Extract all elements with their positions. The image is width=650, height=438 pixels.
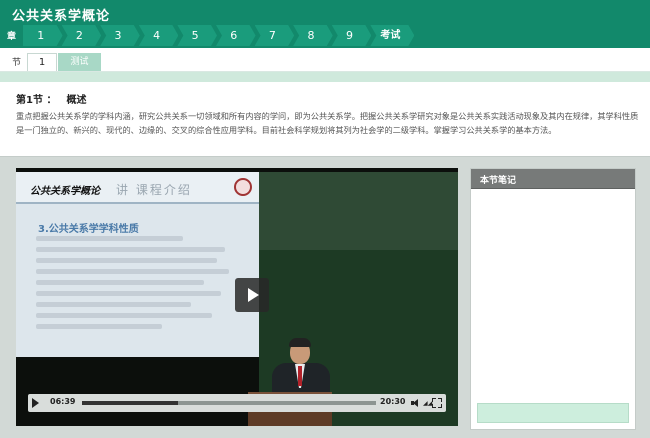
exam-tab[interactable]: 考试 [370,25,414,46]
chapter-tab-5[interactable]: 5 [177,25,217,46]
course-title: 公共关系学概论 [12,9,111,24]
chapter-tab-label: 9 [346,29,354,42]
divider-band [0,72,650,82]
section-label: 节 [12,58,22,68]
video-controls: 06:39 20:30 ◢◢ [28,394,446,412]
chapter-tab-label: 5 [191,29,199,42]
notes-panel: 本节笔记 [470,168,636,430]
chapter-tab-label: 4 [153,29,161,42]
slide-banner: 公共关系学概论 讲 课程介绍 [16,172,259,204]
chapter-tab-7[interactable]: 7 [255,25,295,46]
video-player[interactable]: 公共关系学概论 讲 课程介绍 3.公共关系学学科性质 06:39 20:30 ◢… [16,168,458,426]
chapter-tab-label: 7 [268,29,276,42]
chapter-nav: 章 1 2 3 4 5 6 7 8 9 考试 [0,25,650,46]
chapter-tab-4[interactable]: 4 [139,25,179,46]
chapter-tab-1[interactable]: 1 [23,25,63,46]
chapter-tab-label: 2 [75,29,83,42]
notes-header: 本节笔记 [471,169,635,189]
chapter-tab-label: 6 [230,29,238,42]
volume-icon[interactable] [411,399,421,407]
university-seal-icon [234,178,252,196]
play-icon[interactable] [32,398,39,408]
chapter-tab-2[interactable]: 2 [62,25,102,46]
slide-title: 公共关系学概论 [30,186,100,197]
chapter-tab-label: 1 [37,29,45,42]
section-intro: 第1节 ： 概述 重点把握公共关系学的学科内涵，研究公共关系一切领域和所有内容的学… [0,82,650,156]
projection-screen: 公共关系学概论 讲 课程介绍 3.公共关系学学科性质 [16,172,259,357]
section-heading-name: 概述 [66,95,87,106]
section-tab-1[interactable]: 1 [27,53,57,71]
slide-body-lines [36,236,246,335]
play-overlay-button[interactable] [235,278,269,312]
chapter-tab-label: 8 [307,29,315,42]
progress-fill [82,401,178,405]
fullscreen-icon[interactable] [432,398,442,408]
chapter-tab-6[interactable]: 6 [216,25,256,46]
chapter-tab-8[interactable]: 8 [293,25,333,46]
chapter-label: 章 [7,32,17,42]
test-tab[interactable]: 测试 [58,53,101,71]
section-heading: 第1节 ： 概述 [16,91,86,106]
chapter-tab-9[interactable]: 9 [332,25,372,46]
slide-header: 讲 课程介绍 [116,183,192,197]
chapter-tabs: 1 2 3 4 5 6 7 8 9 考试 [23,25,413,46]
section-description: 重点把握公共关系学的学科内涵，研究公共关系一切领域和所有内容的学问，即为公共关系… [16,111,639,135]
slide-point: 3.公共关系学学科性质 [38,224,139,235]
blackboard-upper [259,172,458,250]
total-time: 20:30 [380,397,406,406]
notes-title: 本节笔记 [480,176,517,186]
page-header: 公共关系学概论 章 1 2 3 4 5 6 7 8 9 考试 [0,0,650,48]
chapter-tab-label: 3 [114,29,122,42]
chapter-tab-3[interactable]: 3 [100,25,140,46]
volume-level-icon[interactable]: ◢◢ [423,400,432,407]
section-bar: 节 1 测试 [0,48,650,72]
notes-input[interactable] [477,403,629,423]
current-time: 06:39 [50,397,76,406]
exam-tab-label: 考试 [380,30,401,41]
section-heading-prefix: 第1节 ： [16,95,57,106]
progress-bar[interactable] [82,401,376,405]
